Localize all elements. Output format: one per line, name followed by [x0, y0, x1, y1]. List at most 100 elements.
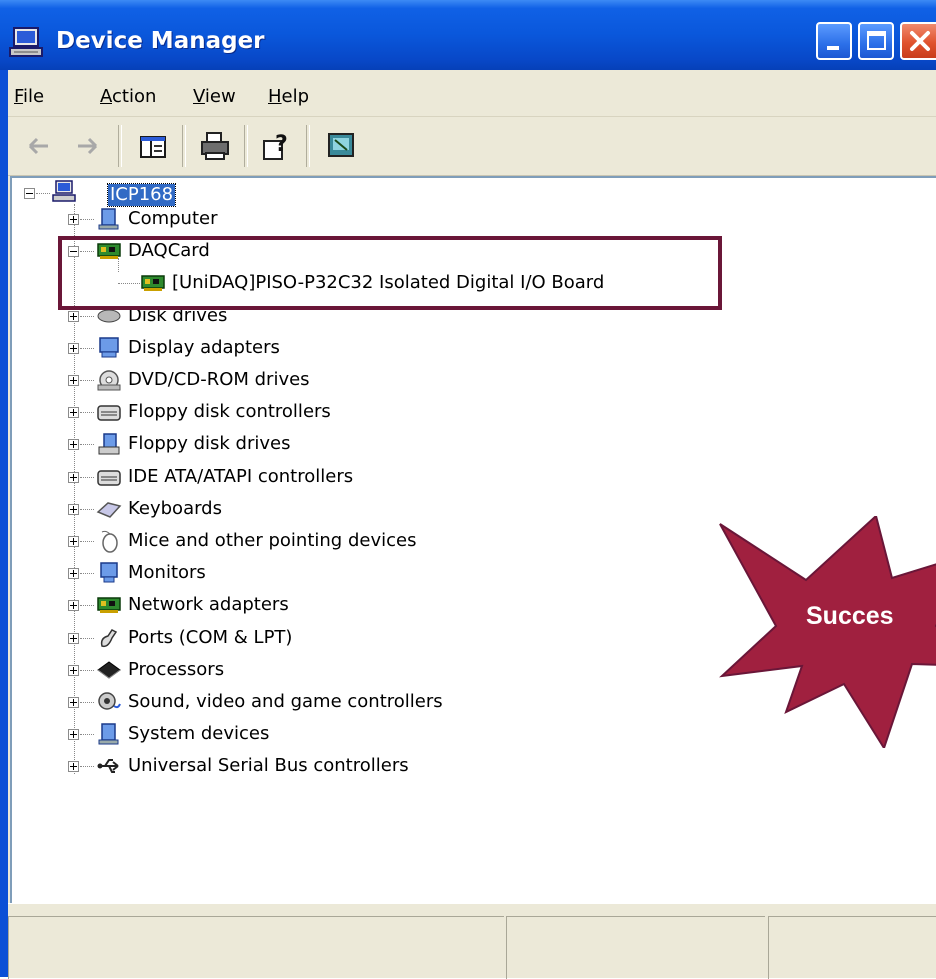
- cdrom-icon: [97, 370, 121, 391]
- tree-category-node[interactable]: Display adapters: [128, 337, 280, 359]
- tree-category-node[interactable]: Mice and other pointing devices: [128, 530, 416, 552]
- tree-connector: [80, 637, 94, 639]
- menu-bar: File Action View Help: [8, 70, 936, 117]
- tree-category-node[interactable]: Monitors: [128, 562, 206, 584]
- tree-category-node[interactable]: Processors: [128, 659, 224, 681]
- status-bar: [8, 903, 936, 979]
- tree-category-node[interactable]: Floppy disk controllers: [128, 401, 331, 423]
- controller-icon: [97, 405, 121, 421]
- tree-expand-toggle[interactable]: [68, 697, 79, 708]
- tree-category-node[interactable]: Universal Serial Bus controllers: [128, 755, 409, 777]
- tree-node-label: Monitors: [128, 562, 206, 584]
- tree-connector: [80, 347, 94, 349]
- tree-connector: [80, 508, 94, 510]
- daqcard-highlight-box: [58, 236, 722, 310]
- device-manager-window: Device Manager File Action View Help ? I…: [0, 0, 936, 979]
- tree-connector: [80, 541, 94, 542]
- help-properties-icon[interactable]: ?: [260, 129, 294, 163]
- status-panel-2: [506, 916, 765, 979]
- computer-icon: [98, 208, 119, 230]
- toolbar-separator: [182, 125, 186, 167]
- tree-connector: [36, 193, 50, 194]
- tree-expand-toggle[interactable]: [68, 632, 79, 644]
- title-bar[interactable]: Device Manager: [0, 0, 936, 70]
- tree-expand-toggle[interactable]: [68, 375, 79, 386]
- menu-view[interactable]: View: [193, 86, 236, 107]
- toolbar-separator: [118, 125, 122, 167]
- tree-connector: [80, 766, 94, 768]
- window-title: Device Manager: [56, 28, 265, 54]
- tree-expand-toggle[interactable]: [68, 503, 79, 515]
- menu-view-rest: iew: [204, 86, 236, 107]
- tree-node-label: Floppy disk controllers: [128, 401, 331, 423]
- close-button[interactable]: [900, 22, 936, 60]
- tree-expand-toggle[interactable]: [68, 310, 79, 322]
- tree-category-node[interactable]: System devices: [128, 723, 269, 745]
- toolbar-separator: [244, 125, 248, 167]
- processor-icon: [97, 661, 121, 679]
- root-collapse-toggle[interactable]: [24, 188, 35, 199]
- tree-node-label: Ports (COM & LPT): [128, 626, 293, 648]
- minimize-icon: [827, 46, 839, 50]
- tree-expand-toggle[interactable]: [68, 342, 79, 354]
- success-burst-label: Succes: [806, 602, 894, 630]
- tree-connector: [80, 412, 94, 414]
- maximize-button[interactable]: [858, 22, 894, 60]
- monitor-icon: [100, 562, 118, 583]
- tree-node-label: Processors: [128, 658, 225, 680]
- tree-expand-toggle[interactable]: [68, 471, 79, 483]
- menu-help[interactable]: Help: [268, 86, 309, 107]
- tree-category-node[interactable]: Network adapters: [128, 594, 289, 616]
- tree-connector: [80, 605, 94, 607]
- menu-help-mnemonic: H: [268, 86, 282, 107]
- tree-expand-toggle[interactable]: [68, 536, 79, 547]
- tree-category-node[interactable]: Ports (COM & LPT): [128, 627, 292, 649]
- status-panel-main: [8, 916, 504, 979]
- tree-connector: [80, 444, 94, 446]
- tree-category-node[interactable]: IDE ATA/ATAPI controllers: [128, 466, 353, 488]
- close-icon: [910, 31, 930, 51]
- minimize-button[interactable]: [816, 22, 852, 60]
- menu-action-rest: ction: [112, 86, 157, 107]
- menu-action[interactable]: Action: [100, 86, 156, 107]
- menu-view-mnemonic: V: [193, 86, 205, 107]
- toolbar: ?: [8, 117, 936, 176]
- controller-icon: [97, 469, 121, 486]
- tree-category-node[interactable]: Floppy disk drives: [128, 433, 290, 455]
- tree-expand-toggle[interactable]: [68, 761, 79, 773]
- tree-expand-toggle[interactable]: [68, 407, 79, 419]
- menu-file[interactable]: File: [14, 86, 44, 107]
- tree-node-label: DVD/CD-ROM drives: [128, 369, 310, 390]
- tree-connector: [80, 380, 94, 381]
- tree-expand-toggle[interactable]: [68, 568, 79, 580]
- print-icon[interactable]: [198, 129, 232, 163]
- system-icon: [98, 723, 119, 745]
- show-hide-tree-icon[interactable]: [136, 129, 170, 163]
- tree-connector: [80, 573, 94, 575]
- back-arrow-icon[interactable]: [22, 129, 56, 163]
- tree-category-node[interactable]: Computer: [128, 208, 217, 230]
- success-burst-shape: [719, 516, 936, 748]
- tree-node-label: Network adapters: [128, 594, 289, 616]
- tree-node-label: Floppy disk drives: [128, 433, 291, 455]
- menu-file-rest: ile: [23, 86, 45, 107]
- forward-arrow-icon[interactable]: [70, 129, 104, 163]
- keyboard-icon: [96, 501, 122, 518]
- tree-expand-toggle[interactable]: [68, 729, 79, 741]
- tree-category-node[interactable]: DVD/CD-ROM drives: [128, 369, 310, 391]
- toolbar-separator: [306, 125, 310, 167]
- tree-expand-toggle[interactable]: [68, 600, 79, 612]
- menu-action-mnemonic: A: [100, 86, 112, 107]
- tree-category-node[interactable]: Keyboards: [128, 498, 222, 520]
- tree-category-node[interactable]: Sound, video and game controllers: [128, 691, 443, 713]
- tree-expand-toggle[interactable]: [68, 664, 79, 676]
- tree-node-label: Universal Serial Bus controllers: [128, 755, 409, 777]
- display-icon: [99, 337, 119, 358]
- tree-connector: [80, 219, 94, 220]
- tree-connector: [80, 702, 94, 703]
- mouse-icon: [101, 530, 118, 553]
- scan-hardware-icon[interactable]: [324, 129, 358, 163]
- device-manager-app-icon: [9, 27, 43, 57]
- tree-expand-toggle[interactable]: [68, 214, 79, 225]
- tree-expand-toggle[interactable]: [68, 439, 79, 451]
